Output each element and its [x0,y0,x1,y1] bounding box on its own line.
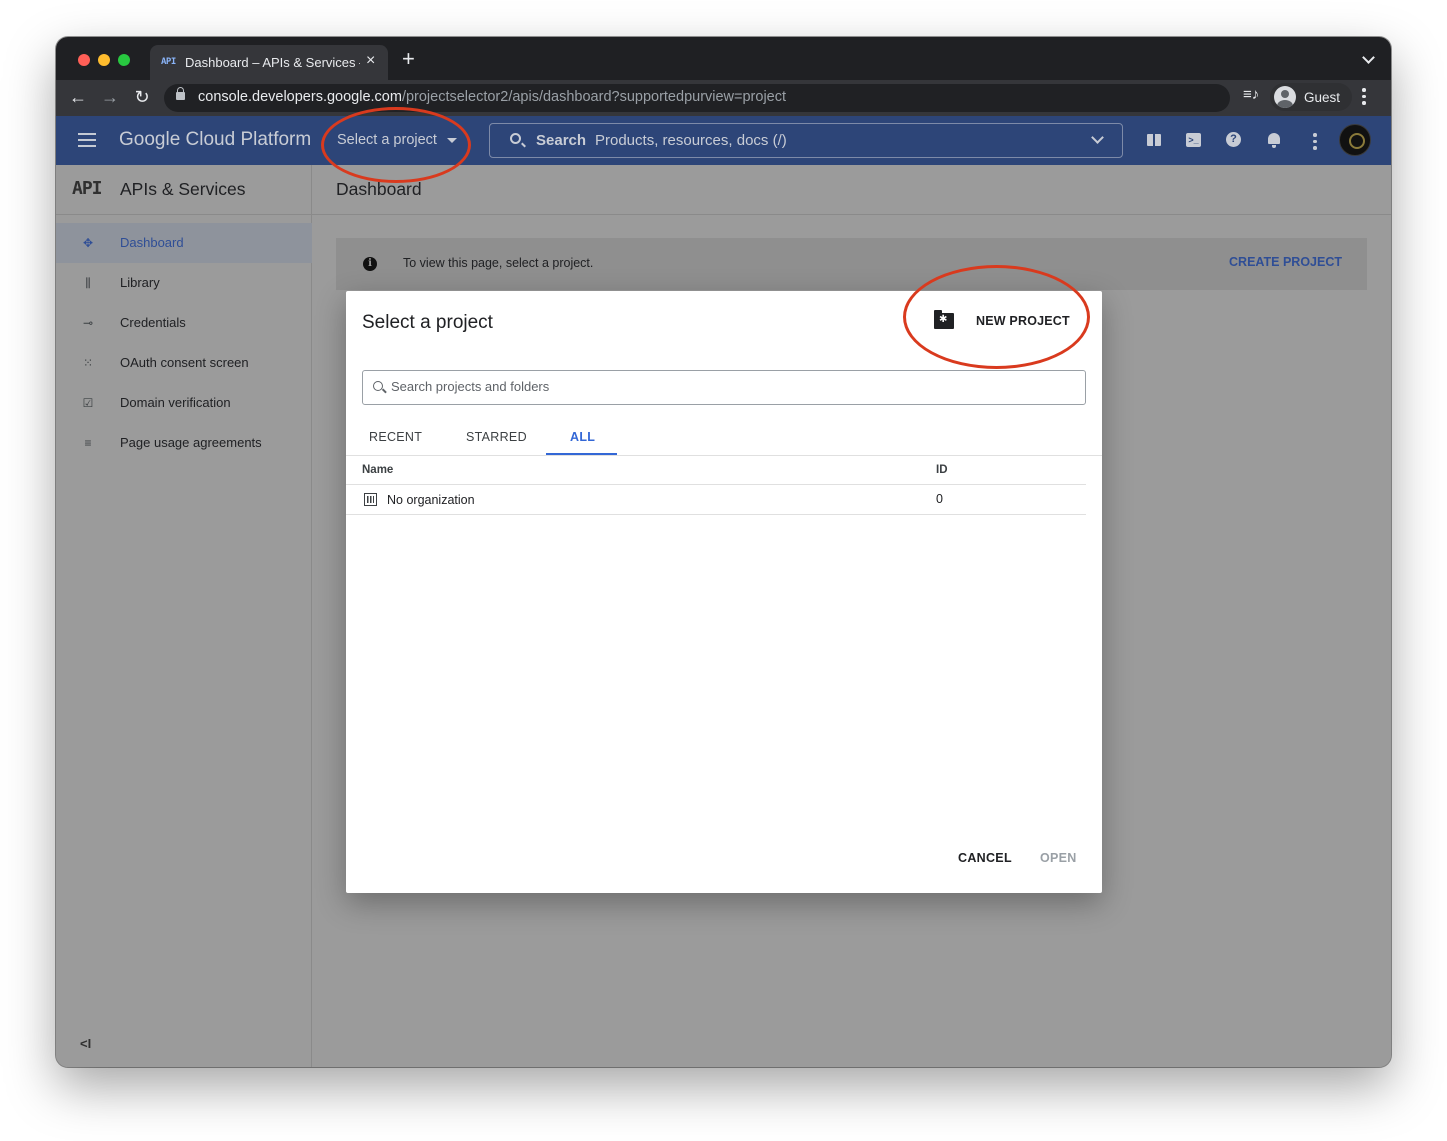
sidebar-item-oauth-consent[interactable]: ⁙ OAuth consent screen [56,343,312,383]
address-bar[interactable]: console.developers.google.com/projectsel… [164,84,1230,112]
column-header-id[interactable]: ID [936,464,948,476]
sidebar-item-label: Library [120,275,160,290]
api-favicon-icon: API [161,57,176,67]
sidebar-header: API APIs & Services [56,165,312,215]
tab-title: Dashboard – APIs & Services – [185,55,360,70]
project-search-input[interactable] [391,379,1071,394]
sidebar: API APIs & Services ✥ Dashboard ⫼ Librar… [56,165,312,1067]
search-icon [510,133,521,144]
browser-toolbar: ← → ↻ console.developers.google.com/proj… [56,80,1391,116]
organization-icon [364,493,377,506]
library-icon: ⫼ [85,276,91,290]
gcp-logo[interactable]: Google Cloud Platform [119,129,311,151]
create-project-link[interactable]: CREATE PROJECT [1229,255,1342,269]
sidebar-item-page-usage-agreements[interactable]: ≡ Page usage agreements [56,423,312,463]
new-tab-button[interactable]: + [402,48,415,70]
sidebar-item-label: Domain verification [120,395,231,410]
sidebar-item-credentials[interactable]: ⊸ Credentials [56,303,312,343]
checkbox-icon: ☑ [82,396,94,410]
key-icon: ⊸ [82,316,94,330]
dashboard-icon: ✥ [82,236,94,250]
tab-close-icon[interactable]: × [366,52,375,70]
close-window-button[interactable] [78,54,90,66]
profile-button[interactable]: Guest [1270,83,1353,111]
back-button[interactable]: ← [66,85,90,109]
guest-avatar-icon [1274,86,1296,108]
sidebar-item-dashboard[interactable]: ✥ Dashboard [56,223,312,263]
tab-search-chevron-icon[interactable] [1362,51,1375,64]
sidebar-item-label: Page usage agreements [120,435,262,450]
search-icon [373,381,383,391]
divider [312,214,1391,215]
search-label: Search [536,132,587,149]
url-path: /projectselector2/apis/dashboard?support… [401,89,787,105]
reload-button[interactable]: ↻ [130,85,154,109]
url-text: console.developers.google.com/projectsel… [198,89,786,105]
sidebar-item-label: OAuth consent screen [120,355,249,370]
api-logo-icon: API [72,178,102,199]
url-host: console.developers.google.com [198,89,402,105]
info-banner: i To view this page, select a project. C… [336,238,1367,290]
sidebar-nav: ✥ Dashboard ⫼ Library ⊸ Credentials ⁙ OA… [56,223,312,463]
sidebar-item-label: Dashboard [120,235,184,250]
hamburger-menu-icon[interactable] [78,133,96,151]
consent-icon: ⁙ [82,356,94,370]
cancel-button[interactable]: CANCEL [958,851,1012,865]
dialog-tabs: RECENT STARRED ALL [346,424,1102,456]
browser-menu-icon[interactable] [1362,88,1366,108]
tab-starred[interactable]: STARRED [466,430,527,444]
forward-button[interactable]: → [98,85,122,109]
row-name[interactable]: No organization [387,493,475,507]
row-id: 0 [936,492,943,506]
dialog-title: Select a project [362,312,493,333]
notifications-bell-icon[interactable] [1264,130,1284,150]
gift-icon[interactable] [1144,130,1164,150]
console-search-bar[interactable]: Search Products, resources, docs (/) [489,123,1123,158]
profile-name: Guest [1304,89,1341,105]
help-icon[interactable]: ? [1224,130,1244,150]
banner-text: To view this page, select a project. [403,256,594,270]
sidebar-item-domain-verification[interactable]: ☑ Domain verification [56,383,312,423]
annotation-circle-new-project [903,265,1090,369]
table-row[interactable]: No organization 0 [346,485,1086,515]
chevron-down-icon[interactable] [1091,131,1104,144]
cloud-shell-icon[interactable]: >_ [1184,130,1204,150]
sidebar-item-label: Credentials [120,315,186,330]
minimize-window-button[interactable] [98,54,110,66]
settings-list-icon: ≡ [84,436,92,450]
select-project-dialog: Select a project NEW PROJECT RECENT STAR… [346,291,1102,893]
more-options-icon[interactable] [1313,133,1317,153]
column-header-name[interactable]: Name [362,464,393,476]
gcp-header: Google Cloud Platform Select a project S… [56,116,1391,165]
open-button[interactable]: OPEN [1040,851,1077,865]
maximize-window-button[interactable] [118,54,130,66]
project-search-field[interactable] [362,370,1086,405]
sidebar-item-library[interactable]: ⫼ Library [56,263,312,303]
sidebar-title: APIs & Services [120,179,246,199]
info-icon: i [363,257,377,271]
collapse-sidebar-icon[interactable]: <I [80,1036,91,1051]
browser-tab[interactable]: API Dashboard – APIs & Services – × [150,45,388,80]
active-tab-indicator [546,453,617,455]
tab-strip: API Dashboard – APIs & Services – × + [56,37,1391,80]
table-header: Name ID [346,457,1086,485]
search-placeholder: Products, resources, docs (/) [595,132,787,149]
tab-recent[interactable]: RECENT [369,430,422,444]
media-control-icon[interactable]: ≡♪ [1243,86,1259,103]
lock-icon[interactable] [176,87,185,100]
tab-all[interactable]: ALL [570,430,595,444]
annotation-circle-project-selector [321,107,471,183]
browser-window: API Dashboard – APIs & Services – × + ← … [56,37,1391,1067]
account-avatar[interactable] [1339,124,1371,156]
